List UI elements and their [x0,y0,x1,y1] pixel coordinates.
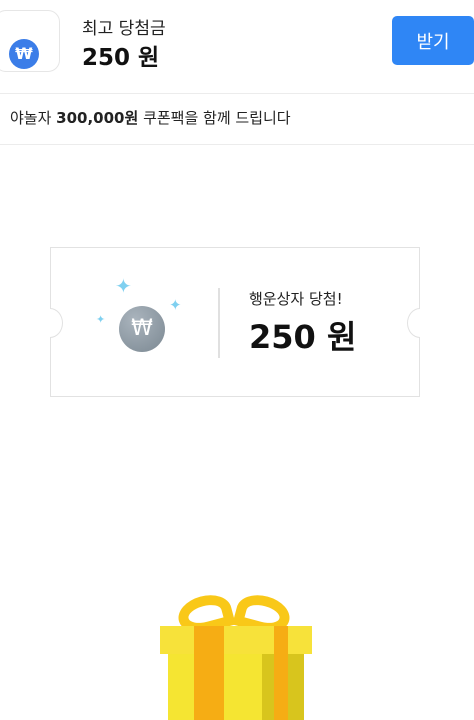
coupon-message: 야놀자 300,000원 쿠폰팩을 함께 드립니다 [10,107,291,128]
coupon-prefix: 야놀자 [10,109,57,127]
divider [0,93,474,94]
divider [0,144,474,145]
gift-lid [160,626,312,654]
sparkle-icon: ✦ [169,296,182,314]
receive-button[interactable]: 받기 [392,16,474,65]
gift-ribbon [194,626,224,720]
header-title: 최고 당첨금 [82,19,166,39]
coupon-suffix: 쿠폰팩을 함께 드립니다 [138,109,291,127]
notch-cover [420,306,435,340]
sparkle-icon: ✦ [115,274,132,298]
ticket-separator [218,288,220,358]
won-icon: ₩ [9,39,39,69]
gift-ribbon-side [274,626,288,720]
notch-cover [35,306,50,340]
lucky-ticket: ✦ ✦ ✦ ₩ 행운상자 당첨! 250 원 [35,247,435,397]
header-amount: 250 원 [82,45,160,71]
header-bar: ₩ 최고 당첨금 250 원 받기 [0,0,474,92]
coupon-amount: 300,000원 [56,109,139,127]
lucky-box-amount: 250 원 [249,318,357,356]
app-icon: ₩ [0,10,60,72]
gift-box-icon [160,589,312,720]
won-coin-icon: ₩ [119,306,165,352]
lucky-box-label: 행운상자 당첨! [249,290,343,308]
sparkle-icon: ✦ [96,313,106,326]
